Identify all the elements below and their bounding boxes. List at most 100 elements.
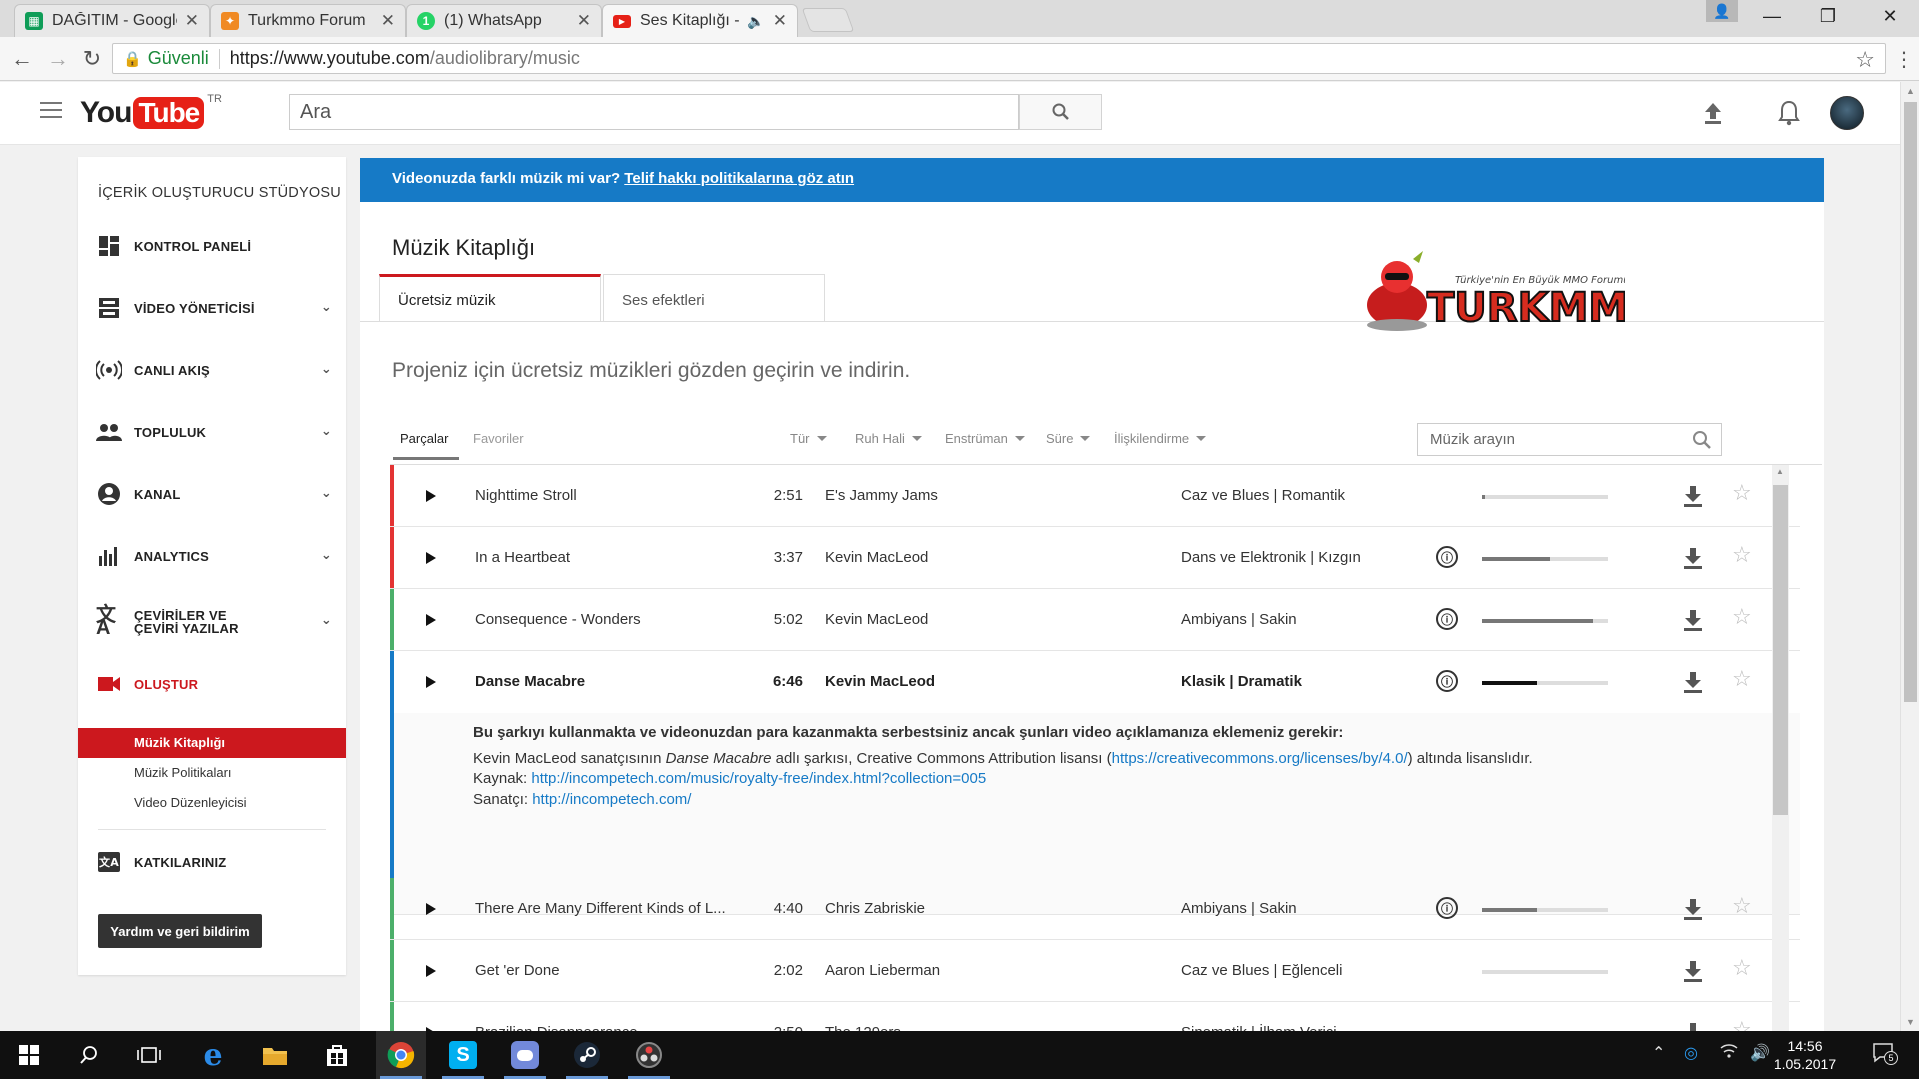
close-tab-icon[interactable]: ✕: [185, 11, 199, 31]
filter-genre[interactable]: Tür: [790, 431, 827, 446]
sidebar-item-contributions[interactable]: 文A KATKILARINIZ: [96, 847, 336, 877]
address-bar[interactable]: 🔒 Güvenli https://www.youtube.com/audiol…: [112, 43, 1886, 74]
play-icon[interactable]: [426, 490, 436, 502]
upload-icon[interactable]: [1698, 98, 1728, 128]
page-scrollbar-thumb[interactable]: [1904, 102, 1917, 702]
favorite-star-icon[interactable]: ☆: [1732, 893, 1752, 919]
download-icon[interactable]: [1682, 959, 1704, 983]
obs-icon[interactable]: [624, 1031, 674, 1079]
favorite-star-icon[interactable]: ☆: [1732, 1017, 1752, 1031]
filter-mood[interactable]: Ruh Hali: [855, 431, 922, 446]
sidebar-item-live-stream[interactable]: CANLI AKIŞ ⌄: [96, 355, 336, 385]
artist-link[interactable]: http://incompetech.com/: [532, 791, 691, 808]
play-icon[interactable]: [426, 903, 436, 915]
download-icon[interactable]: [1682, 897, 1704, 921]
close-tab-icon[interactable]: ✕: [577, 11, 591, 31]
scroll-up-icon[interactable]: ▲: [1906, 86, 1915, 96]
chevron-down-icon[interactable]: ⌄: [321, 547, 332, 563]
browser-tab-youtube[interactable]: ▶ Ses Kitaplığı - YouTub 🔈 ✕: [602, 4, 798, 37]
track-row[interactable]: Consequence - Wonders 5:02 Kevin MacLeod Am…: [390, 589, 1800, 651]
notifications-bell-icon[interactable]: [1774, 98, 1804, 128]
taskbar-clock[interactable]: 14:56 1.05.2017: [1760, 1037, 1850, 1073]
track-row[interactable]: Brazilian Disappearance2:50 The 129ers Sin…: [390, 1002, 1800, 1031]
windows-start-icon[interactable]: [4, 1031, 54, 1079]
music-search-input[interactable]: Müzik arayın: [1417, 423, 1722, 456]
search-button[interactable]: [1019, 94, 1102, 130]
audio-playing-icon[interactable]: 🔈: [747, 13, 764, 30]
new-tab-button[interactable]: [801, 8, 855, 32]
search-icon[interactable]: [64, 1031, 114, 1079]
task-view-icon[interactable]: [124, 1031, 174, 1079]
sidebar-item-channel[interactable]: KANAL ⌄: [96, 479, 336, 509]
track-row[interactable]: Danse Macabre 6:46 Kevin MacLeod Klasik | D…: [390, 651, 1800, 713]
download-icon[interactable]: [1682, 670, 1704, 694]
download-icon[interactable]: [1682, 1021, 1704, 1031]
edge-browser-icon[interactable]: e: [188, 1031, 238, 1079]
source-link[interactable]: http://incompetech.com/music/royalty-fre…: [531, 770, 986, 787]
chevron-down-icon[interactable]: ⌄: [321, 485, 332, 501]
play-icon[interactable]: [426, 676, 436, 688]
play-icon[interactable]: [426, 552, 436, 564]
sidebar-item-video-manager[interactable]: VİDEO YÖNETİCİSİ ⌄: [96, 293, 336, 323]
chrome-menu-icon[interactable]: ⋮: [1890, 45, 1918, 73]
discord-icon[interactable]: [500, 1031, 550, 1079]
youtube-logo[interactable]: You Tube TR: [80, 93, 222, 130]
filter-instrument[interactable]: Enstrüman: [945, 431, 1025, 446]
chevron-down-icon[interactable]: ⌄: [321, 423, 332, 439]
favorite-star-icon[interactable]: ☆: [1732, 480, 1752, 506]
browser-tab-whatsapp[interactable]: 1 (1) WhatsApp ✕: [406, 4, 602, 37]
list-tab-tracks[interactable]: Parçalar: [400, 431, 448, 446]
download-icon[interactable]: [1682, 484, 1704, 508]
track-row[interactable]: There Are Many Different Kinds of L... 4:…: [390, 878, 1800, 940]
browser-tab-turkmmo[interactable]: ✦ Turkmmo Forum ✕: [210, 4, 406, 37]
forward-icon[interactable]: →: [44, 45, 72, 73]
filter-attribution[interactable]: İlişkilendirme: [1114, 431, 1207, 446]
list-tab-favorites[interactable]: Favoriler: [473, 431, 524, 446]
store-icon[interactable]: [312, 1031, 362, 1079]
close-window-icon[interactable]: ✕: [1862, 0, 1918, 32]
browser-tab-sheets[interactable]: ▦ DAĞITIM - Google E-Tab ✕: [14, 4, 210, 37]
sidebar-item-community[interactable]: TOPLULUK ⌄: [96, 417, 336, 447]
back-icon[interactable]: ←: [8, 45, 36, 73]
reload-icon[interactable]: ↻: [78, 45, 106, 73]
track-row[interactable]: In a Heartbeat 3:37 Kevin MacLeod Dans ve E…: [390, 527, 1800, 589]
sidebar-item-translations[interactable]: 文A ÇEVİRİLER VE ÇEVİRİ YAZILAR ⌄: [96, 604, 336, 640]
restore-icon[interactable]: ❐: [1800, 0, 1856, 32]
chevron-down-icon[interactable]: ⌄: [321, 299, 332, 315]
download-icon[interactable]: [1682, 546, 1704, 570]
sidebar-item-analytics[interactable]: ANALYTICS ⌄: [96, 541, 336, 571]
tray-app-icon[interactable]: ◎: [1684, 1043, 1698, 1063]
filter-duration[interactable]: Süre: [1046, 431, 1091, 446]
favorite-star-icon[interactable]: ☆: [1732, 542, 1752, 568]
favorite-star-icon[interactable]: ☆: [1732, 666, 1752, 692]
search-input[interactable]: Ara: [289, 94, 1019, 130]
sidebar-item-create[interactable]: OLUŞTUR: [96, 669, 336, 699]
close-tab-icon[interactable]: ✕: [381, 11, 395, 31]
download-icon[interactable]: [1682, 608, 1704, 632]
favorite-star-icon[interactable]: ☆: [1732, 604, 1752, 630]
track-row[interactable]: Get 'er Done 2:02 Aaron Lieberman Caz ve Bl…: [390, 940, 1800, 1002]
help-feedback-button[interactable]: Yardım ve geri bildirim: [98, 914, 262, 948]
sidebar-sub-video-editor[interactable]: Video Düzenleyicisi: [78, 788, 346, 818]
profile-icon[interactable]: 👤: [1706, 0, 1738, 22]
guide-menu-icon[interactable]: [40, 102, 62, 120]
chrome-icon[interactable]: [376, 1031, 426, 1079]
close-tab-icon[interactable]: ✕: [773, 11, 787, 31]
track-list-scrollbar-thumb[interactable]: [1773, 485, 1788, 815]
tray-expand-icon[interactable]: ⌃: [1652, 1043, 1665, 1063]
file-explorer-icon[interactable]: [250, 1031, 300, 1079]
scroll-up-icon[interactable]: ▲: [1776, 467, 1784, 476]
steam-icon[interactable]: [562, 1031, 612, 1079]
license-link[interactable]: https://creativecommons.org/licenses/by/…: [1112, 750, 1408, 767]
chevron-down-icon[interactable]: ⌄: [321, 613, 332, 626]
favorite-star-icon[interactable]: ☆: [1732, 955, 1752, 981]
track-row[interactable]: Nighttime Stroll 2:51 E's Jammy Jams Caz ve…: [390, 465, 1800, 527]
minimize-icon[interactable]: —: [1744, 0, 1800, 32]
tab-free-music[interactable]: Ücretsiz müzik: [379, 274, 601, 322]
bookmark-star-icon[interactable]: ☆: [1855, 47, 1875, 73]
action-center-icon[interactable]: 5: [1872, 1041, 1898, 1068]
skype-icon[interactable]: S: [438, 1031, 488, 1079]
play-icon[interactable]: [426, 614, 436, 626]
page-scrollbar[interactable]: ▲ ▼: [1900, 82, 1919, 1031]
chevron-down-icon[interactable]: ⌄: [321, 361, 332, 377]
